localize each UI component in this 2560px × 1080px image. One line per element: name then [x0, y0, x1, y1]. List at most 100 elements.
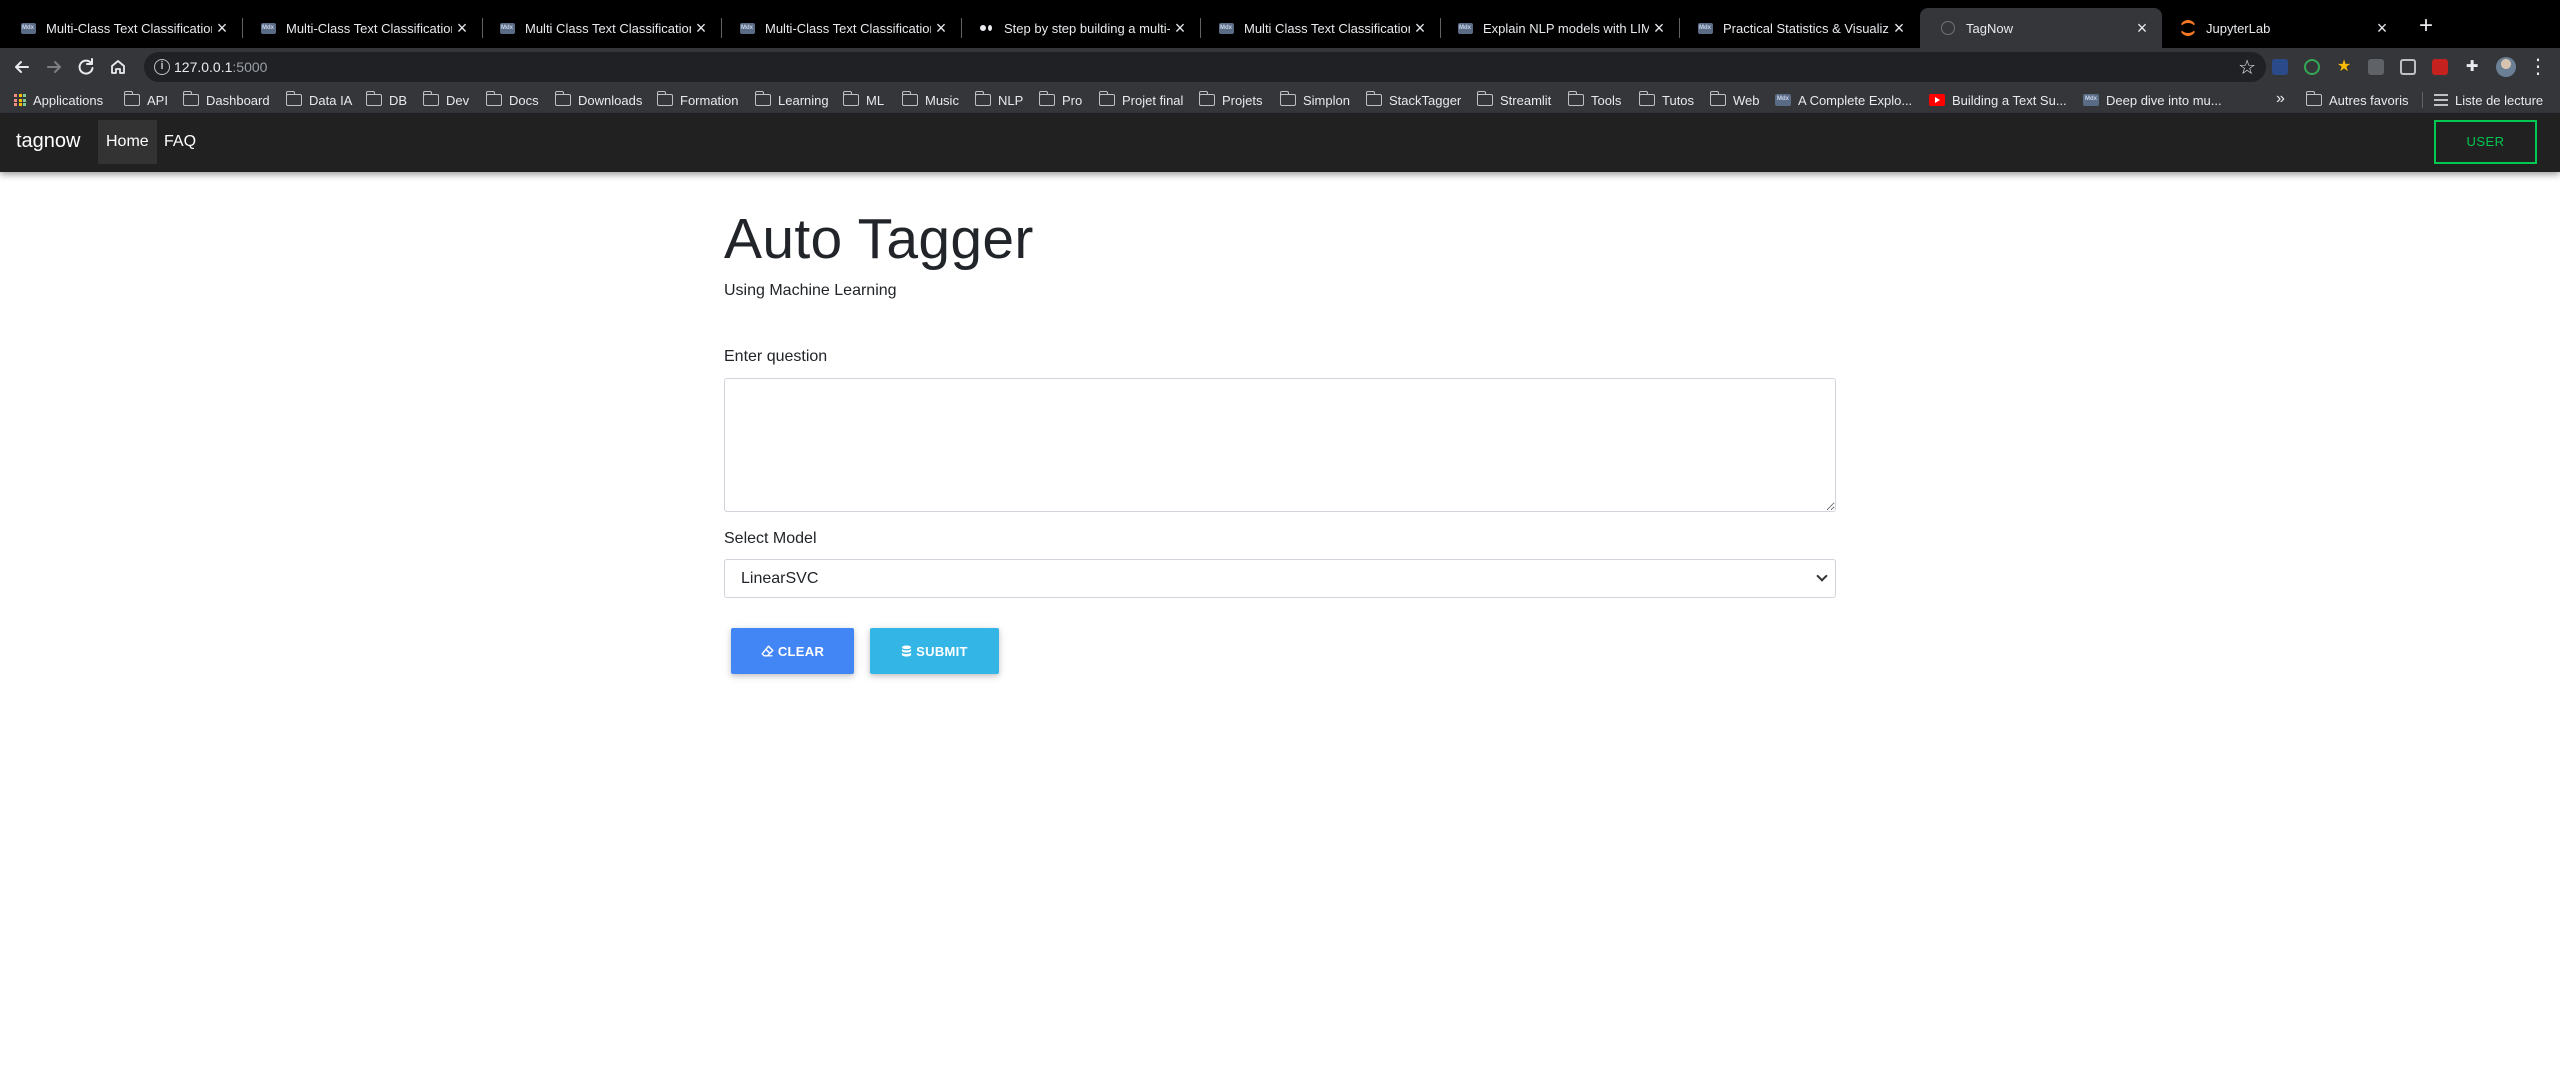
- chevron-down-icon: [1815, 571, 1829, 585]
- folder-icon: [1198, 91, 1215, 106]
- folder-icon: [842, 91, 859, 106]
- bookmark-folder[interactable]: API: [123, 86, 168, 114]
- bookmark-folder[interactable]: Formation: [656, 86, 739, 114]
- tab-title: Explain NLP models with LIME: [1483, 20, 1649, 36]
- close-icon[interactable]: ×: [931, 18, 951, 38]
- bookmark-folder[interactable]: Projets: [1198, 86, 1262, 114]
- folder-icon: [2305, 91, 2322, 106]
- question-textarea[interactable]: [724, 378, 1836, 512]
- browser-tab-active[interactable]: TagNow ×: [1920, 8, 2162, 48]
- browser-tab[interactable]: Mdx Multi-Class Text Classification ×: [719, 8, 962, 48]
- nav-faq[interactable]: FAQ: [156, 120, 204, 164]
- browser-tab[interactable]: Mdx Multi Class Text Classification ×: [1198, 8, 1441, 48]
- tab-title: Multi-Class Text Classification: [286, 20, 452, 36]
- new-tab-button[interactable]: +: [2412, 12, 2440, 40]
- extension-icon[interactable]: [2272, 59, 2288, 75]
- reload-icon[interactable]: [72, 53, 100, 81]
- site-info-icon[interactable]: i: [154, 59, 170, 75]
- reading-list[interactable]: Liste de lecture: [2434, 86, 2543, 114]
- app-navbar: tagnow Home FAQ USER: [0, 114, 2560, 172]
- bookmark-folder[interactable]: Web: [1709, 86, 1760, 114]
- user-button[interactable]: USER: [2434, 120, 2537, 164]
- folder-icon: [1638, 91, 1655, 106]
- model-label: Select Model: [724, 530, 817, 547]
- model-select[interactable]: LinearSVC: [724, 559, 1836, 598]
- extension-icon[interactable]: ★: [2336, 59, 2352, 75]
- browser-tab[interactable]: Mdx Practical Statistics & Visualiza ×: [1677, 8, 1919, 48]
- bookmark-folder[interactable]: Tools: [1567, 86, 1621, 114]
- bookmark-folder[interactable]: Pro: [1038, 86, 1082, 114]
- close-icon[interactable]: ×: [1410, 18, 1430, 38]
- close-icon[interactable]: ×: [1889, 18, 1909, 38]
- profile-avatar[interactable]: [2496, 57, 2516, 77]
- bookmark-folder[interactable]: Simplon: [1279, 86, 1350, 114]
- bookmark-folder[interactable]: StackTagger: [1365, 86, 1461, 114]
- folder-icon: [554, 91, 571, 106]
- bookmark-folder[interactable]: Streamlit: [1476, 86, 1551, 114]
- folder-icon: [901, 91, 918, 106]
- page-subtitle: Using Machine Learning: [724, 282, 897, 299]
- folder-icon: [422, 91, 439, 106]
- address-bar[interactable]: i 127.0.0.1:5000 ☆: [144, 52, 2266, 82]
- page-title: Auto Tagger: [724, 207, 1034, 271]
- medium-article-icon: Mdx: [1697, 20, 1713, 36]
- bookmark-folder[interactable]: Learning: [754, 86, 829, 114]
- extension-icon[interactable]: [2304, 59, 2320, 75]
- url-text: 127.0.0.1:5000: [174, 59, 268, 75]
- camera-extension-icon[interactable]: [2400, 59, 2416, 75]
- folder-icon: [1476, 91, 1493, 106]
- bookmark-folder[interactable]: Music: [901, 86, 959, 114]
- folder-icon: [1709, 91, 1726, 106]
- eraser-icon: [761, 645, 774, 657]
- bookmark-link[interactable]: Mdx A Complete Explo...: [1775, 86, 1912, 114]
- browser-tab[interactable]: Mdx Multi-Class Text Classification ×: [0, 8, 243, 48]
- bookmark-link[interactable]: Mdx Deep dive into mu...: [2083, 86, 2222, 114]
- close-icon[interactable]: ×: [1649, 18, 1669, 38]
- bookmark-folder[interactable]: ML: [842, 86, 884, 114]
- submit-button-label: SUBMIT: [916, 643, 968, 659]
- extension-icon[interactable]: [2432, 59, 2448, 75]
- close-icon[interactable]: ×: [2132, 18, 2152, 38]
- bookmark-folder[interactable]: Dashboard: [182, 86, 270, 114]
- browser-tab[interactable]: Mdx Explain NLP models with LIME ×: [1437, 8, 1680, 48]
- medium-article-icon: Mdx: [1218, 20, 1234, 36]
- extension-icon[interactable]: [2368, 59, 2384, 75]
- database-icon: [901, 645, 912, 657]
- bookmark-folder[interactable]: DB: [365, 86, 407, 114]
- browser-menu-icon[interactable]: ⋮: [2528, 55, 2548, 79]
- more-bookmarks-icon[interactable]: »: [2276, 90, 2285, 108]
- bookmark-folder[interactable]: Tutos: [1638, 86, 1694, 114]
- globe-icon: [1940, 20, 1956, 36]
- browser-tab[interactable]: Mdx Multi-Class Text Classification ×: [240, 8, 483, 48]
- tab-title: Multi-Class Text Classification: [765, 20, 931, 36]
- close-icon[interactable]: ×: [212, 18, 232, 38]
- bookmark-apps[interactable]: Applications: [14, 86, 103, 114]
- folder-icon: [656, 91, 673, 106]
- bookmark-folder[interactable]: Downloads: [554, 86, 642, 114]
- clear-button[interactable]: CLEAR: [731, 628, 854, 674]
- brand-logo[interactable]: tagnow: [16, 130, 81, 153]
- close-icon[interactable]: ×: [691, 18, 711, 38]
- folder-icon: [285, 91, 302, 106]
- bookmark-folder[interactable]: NLP: [974, 86, 1023, 114]
- submit-button[interactable]: SUBMIT: [870, 628, 999, 674]
- close-icon[interactable]: ×: [2372, 18, 2392, 38]
- bookmark-link[interactable]: Building a Text Su...: [1929, 86, 2067, 114]
- browser-tab[interactable]: JupyterLab ×: [2160, 8, 2402, 48]
- back-icon[interactable]: [8, 53, 36, 81]
- bookmark-folder[interactable]: Projet final: [1098, 86, 1183, 114]
- bookmark-other-folder[interactable]: Autres favoris: [2305, 86, 2408, 114]
- home-icon[interactable]: [104, 53, 132, 81]
- medium-article-icon: Mdx: [2083, 94, 2099, 106]
- bookmark-folder[interactable]: Dev: [422, 86, 469, 114]
- close-icon[interactable]: ×: [452, 18, 472, 38]
- extensions-puzzle-icon[interactable]: ✚: [2464, 59, 2480, 75]
- close-icon[interactable]: ×: [1170, 18, 1190, 38]
- forward-icon[interactable]: [40, 53, 68, 81]
- bookmark-star-icon[interactable]: ☆: [2238, 55, 2256, 80]
- nav-home[interactable]: Home: [98, 120, 157, 164]
- browser-tab[interactable]: Mdx Multi Class Text Classification ×: [479, 8, 722, 48]
- bookmark-folder[interactable]: Docs: [485, 86, 539, 114]
- bookmark-folder[interactable]: Data IA: [285, 86, 352, 114]
- browser-tab[interactable]: Step by step building a multi-c ×: [958, 8, 1201, 48]
